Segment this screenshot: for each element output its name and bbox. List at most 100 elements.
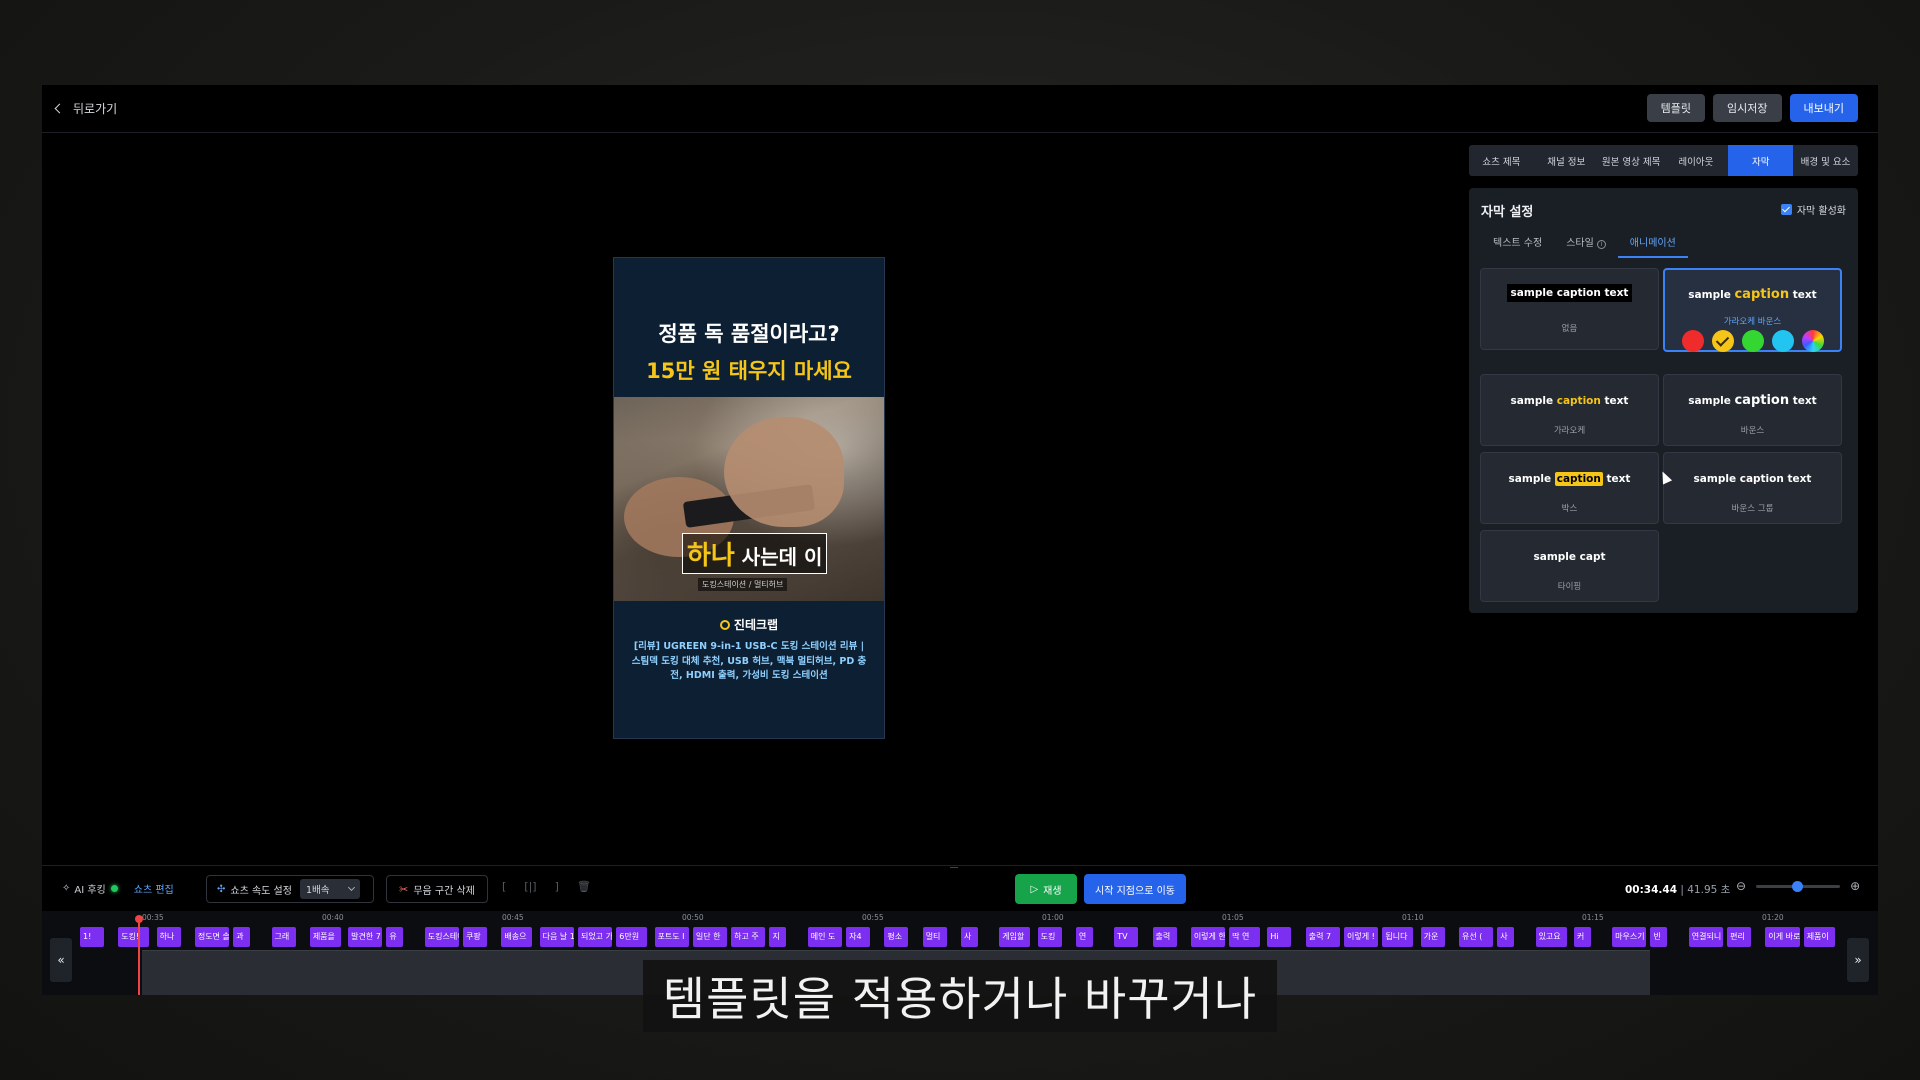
subtitle-clip[interactable]: 다음 날 1 [539, 927, 574, 947]
play-button[interactable]: ▷ 재생 [1015, 874, 1077, 904]
video-subtitle-overlay: 템플릿을 적용하거나 바꾸거나 [643, 960, 1277, 1032]
subtitle-clip[interactable]: 됩니다 [1382, 927, 1414, 947]
subtitle-clip[interactable]: 되었고 가 [577, 927, 613, 947]
swatch-rainbow[interactable] [1801, 330, 1824, 352]
bottom-toolbar: ✧ AI 후킹 쇼츠 편집 ✣ 쇼츠 속도 설정 1배속 ✂ 무음 구간 삭제 … [42, 865, 1878, 911]
animation-card-karaoke-bounce[interactable]: sample caption text 가라오케 바운스 [1663, 268, 1842, 352]
tick-label: 01:00 [1042, 913, 1064, 922]
subtitle-clip[interactable]: TV [1114, 927, 1139, 947]
swatch-red[interactable] [1681, 330, 1704, 352]
template-button[interactable]: 템플릿 [1646, 94, 1706, 122]
subtitle-clip[interactable]: 있고요 [1535, 927, 1567, 947]
zoom-in-icon[interactable]: ⊕ [1850, 879, 1860, 893]
subtitle-clip[interactable]: 발견한 7 [348, 927, 383, 947]
subtab-animation[interactable]: 애니메이션 [1617, 228, 1688, 258]
tab-background[interactable]: 배경 및 요소 [1793, 145, 1858, 176]
subtitle-clip[interactable]: 연 [1075, 927, 1093, 947]
subtitle-clip[interactable]: 하나 [156, 927, 181, 947]
subtitle-clip[interactable]: 빈 [1650, 927, 1668, 947]
preview-channel: 진테크랩 [614, 616, 884, 633]
swatch-yellow[interactable] [1711, 330, 1734, 352]
play-icon: ▷ [1030, 883, 1039, 895]
subtitle-clip[interactable]: 지 [769, 927, 787, 947]
tick-label: 00:55 [862, 913, 884, 922]
tick-label: 01:10 [1402, 913, 1424, 922]
subtitle-clip[interactable]: 정도면 솔직 [194, 927, 230, 947]
zoom-slider[interactable] [1756, 880, 1841, 892]
animation-card-box[interactable]: sample caption text 박스 [1480, 452, 1659, 524]
subtitle-clip[interactable]: 사 [1497, 927, 1515, 947]
preview-sub-caption: 도킹스테이션 / 멀티허브 [698, 578, 788, 591]
speed-select[interactable]: 1배속 [299, 879, 360, 899]
subtitle-clip[interactable]: 쿠팡 [463, 927, 488, 947]
animation-card-bounce[interactable]: sample caption text 바운스 [1663, 374, 1842, 446]
split-end-icon[interactable]: ] [555, 880, 559, 893]
back-button[interactable]: 뒤로가기 [54, 100, 117, 117]
zoom-out-icon[interactable]: ⊖ [1736, 879, 1746, 893]
subtitle-clip[interactable]: 이게 바로 [1765, 927, 1800, 947]
shorts-edit-tab[interactable]: 쇼츠 편집 [134, 881, 174, 896]
subtitle-clip[interactable]: 그래 [271, 927, 296, 947]
export-button[interactable]: 내보내기 [1789, 94, 1858, 122]
subtitle-clip[interactable]: 제품을 [309, 927, 341, 947]
subtitle-clip[interactable]: 사 [961, 927, 978, 947]
tab-original-title[interactable]: 원본 영상 제목 [1599, 145, 1664, 176]
subtitle-clip[interactable]: 메인 도 [807, 927, 843, 947]
subtitle-clip[interactable]: 연결되니 [1688, 927, 1724, 947]
subtitle-clip[interactable]: 멀티 [922, 927, 947, 947]
subtitle-clip[interactable]: 일단 한 [692, 927, 728, 947]
swatch-green[interactable] [1741, 330, 1764, 352]
preview-description: [리뷰] UGREEN 9-in-1 USB-C 도킹 스테이션 리뷰 | 스팀… [631, 641, 867, 681]
scissors-icon: ✂ [399, 882, 409, 896]
silent-delete-button[interactable]: ✂ 무음 구간 삭제 [386, 875, 488, 903]
subtitle-clip[interactable]: 자4 [846, 927, 871, 947]
shorts-preview[interactable]: 정품 독 품절이라고? 15만 원 태우지 마세요 하나 사는데 이 도킹스테이… [613, 257, 885, 739]
subtitle-clip[interactable]: 도킹스테이 [424, 927, 460, 947]
subtitle-clip[interactable]: 하고 주 [731, 927, 766, 947]
split-icon[interactable]: [|] [524, 880, 536, 893]
subtitle-clip[interactable]: 가운 [1420, 927, 1445, 947]
tab-channel-info[interactable]: 채널 정보 [1534, 145, 1599, 176]
subtitle-clip[interactable]: 출력 [1152, 927, 1177, 947]
animation-card-karaoke[interactable]: sample caption text 가라오케 [1480, 374, 1659, 446]
tab-subtitles[interactable]: 자막 [1728, 145, 1794, 176]
tab-shorts-title[interactable]: 쇼츠 제목 [1469, 145, 1534, 176]
subtitle-clip[interactable]: 이렇게 한 줄로 [1190, 927, 1226, 947]
subtitle-clip[interactable]: 게임할 [999, 927, 1031, 947]
subtitle-clip[interactable]: 배송으 [501, 927, 533, 947]
subtitle-clip[interactable]: 6만원 [616, 927, 648, 947]
subtitle-clip[interactable]: 딱 연 [1229, 927, 1261, 947]
subtitle-clip[interactable]: 마우스기 [1612, 927, 1647, 947]
subtab-text-edit[interactable]: 텍스트 수정 [1481, 228, 1554, 258]
animation-card-none[interactable]: sample caption text 없음 [1480, 268, 1659, 350]
subtitle-clip[interactable]: 평소 [884, 927, 909, 947]
trash-icon[interactable]: 🗑 [577, 880, 591, 893]
swatch-cyan[interactable] [1771, 330, 1794, 352]
subtitle-clip[interactable]: 포트도 I [654, 927, 689, 947]
animation-card-typing[interactable]: sample capt 타이핑 [1480, 530, 1659, 602]
playhead[interactable] [135, 915, 143, 995]
subtitle-clip[interactable]: 유 [386, 927, 404, 947]
subtitle-clip[interactable]: 출력 7 [1305, 927, 1341, 947]
goto-start-button[interactable]: 시작 지점으로 이동 [1084, 874, 1186, 904]
tab-layout[interactable]: 레이아웃 [1663, 145, 1728, 176]
subtitle-clip[interactable]: Hi [1267, 927, 1292, 947]
subtab-style[interactable]: 스타일 i [1554, 228, 1618, 258]
subtitle-clip[interactable]: 도킹! [118, 927, 150, 947]
ai-hook-tab[interactable]: ✧ AI 후킹 [62, 881, 118, 896]
subtitle-clip[interactable]: 커 [1573, 927, 1591, 947]
animation-card-bounce-group[interactable]: sample caption text 바운스 그룹 [1663, 452, 1842, 524]
subtitle-clip[interactable]: 유선 ( [1458, 927, 1494, 947]
subtitle-enable-checkbox[interactable]: 자막 활성화 [1780, 202, 1846, 217]
info-icon: i [1596, 240, 1606, 249]
subtitle-clip[interactable]: 편리 [1727, 927, 1752, 947]
subtitle-clip[interactable]: 1! [80, 927, 104, 947]
subtitle-clip[interactable]: 이렇게 ! [1344, 927, 1379, 947]
split-start-icon[interactable]: [ [502, 880, 506, 893]
status-dot-icon [110, 885, 118, 892]
subtitle-clip[interactable]: 도킹 [1037, 927, 1062, 947]
subtitle-clip[interactable]: 제품이 [1803, 927, 1835, 947]
subtitle-clip[interactable]: 과 [233, 927, 251, 947]
save-draft-button[interactable]: 임시저장 [1713, 94, 1782, 122]
tick-label: 00:40 [322, 913, 344, 922]
